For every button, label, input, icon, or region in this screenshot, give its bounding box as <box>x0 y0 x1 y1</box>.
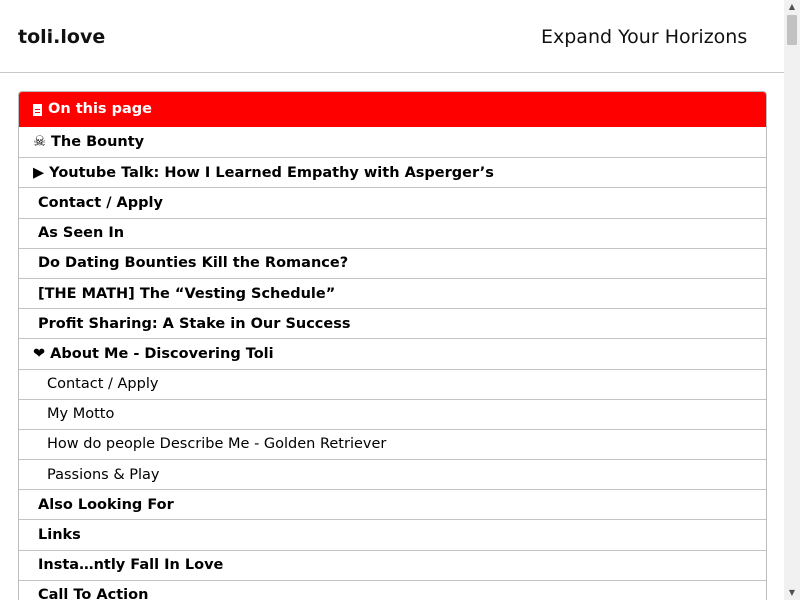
vertical-scrollbar[interactable]: ▲ ▼ <box>784 0 800 600</box>
toc-subitem[interactable]: Contact / Apply <box>19 368 766 399</box>
scroll-up-arrow-icon[interactable]: ▲ <box>784 0 800 14</box>
toc-item-label: The Bounty <box>51 134 145 151</box>
expand-horizons-link[interactable]: Expand Your Horizons <box>537 25 747 50</box>
toc-item[interactable]: Do Dating Bounties Kill the Romance? <box>19 247 766 278</box>
menu-link-label: Expand Your Horizons <box>541 26 748 48</box>
toc-item[interactable]: ❤ About Me - Discovering Toli <box>19 338 766 368</box>
toc-item-label: My Motto <box>47 406 115 423</box>
table-of-contents: On this page ☠ The Bounty ▶ Youtube Talk: H… <box>18 91 767 600</box>
toc-item[interactable]: Call To Action <box>19 579 766 600</box>
toc-title: On this page <box>48 101 152 117</box>
scroll-down-arrow-icon[interactable]: ▼ <box>784 586 800 600</box>
toc-item-label: How do people Describe Me - Golden Retri… <box>47 436 387 453</box>
toc-item-label: Passions & Play <box>47 466 160 483</box>
toc-item-icon: ▶ <box>33 164 45 181</box>
toc-item[interactable]: Contact / Apply <box>19 187 766 217</box>
toc-item-label: Do Dating Bounties Kill the Romance? <box>38 255 349 272</box>
site-logo[interactable]: toli.love <box>18 25 105 49</box>
document-icon <box>33 103 42 116</box>
toc-item-label: Links <box>38 527 81 544</box>
toc-subitem[interactable]: My Motto <box>19 398 766 429</box>
toc-header[interactable]: On this page <box>19 92 766 127</box>
toc-item[interactable]: Profit Sharing: A Stake in Our Success <box>19 308 766 338</box>
toc-subitem[interactable]: Passions & Play <box>19 459 766 489</box>
toc-item-label: Profit Sharing: A Stake in Our Success <box>38 315 351 332</box>
toc-item[interactable]: Also Looking For <box>19 489 766 519</box>
toc-item[interactable]: Links <box>19 519 766 549</box>
toc-item[interactable]: ☠ The Bounty <box>19 127 766 157</box>
toc-item[interactable]: [THE MATH] The “Vesting Schedule” <box>19 277 766 308</box>
toc-item-icon: ❤ <box>33 345 46 362</box>
toc-item-label: [THE MATH] The “Vesting Schedule” <box>38 285 336 302</box>
scrollbar-thumb[interactable] <box>787 15 797 45</box>
toc-list: ☠ The Bounty ▶ Youtube Talk: How I Learned … <box>19 127 766 600</box>
toc-item-label: Contact / Apply <box>38 194 163 211</box>
site-header: toli.love Expand Your Horizons <box>0 0 784 73</box>
toc-item-label: As Seen In <box>38 225 125 242</box>
toc-item-label: Also Looking For <box>38 496 174 513</box>
toc-item[interactable]: As Seen In <box>19 217 766 248</box>
toc-item-icon: ☠ <box>33 134 46 151</box>
toc-item-label: Youtube Talk: How I Learned Empathy with… <box>49 164 494 181</box>
toc-item-label: Insta…ntly Fall In Love <box>38 557 224 574</box>
toc-item-label: Call To Action <box>38 587 149 600</box>
toc-subitem[interactable]: How do people Describe Me - Golden Retri… <box>19 428 766 459</box>
toc-item[interactable]: ▶ Youtube Talk: How I Learned Empathy wit… <box>19 157 766 187</box>
toc-item-label: About Me - Discovering Toli <box>50 345 274 362</box>
toc-item-label: Contact / Apply <box>47 376 159 393</box>
header-icon[interactable] <box>488 25 502 47</box>
page-viewport: toli.love Expand Your Horizons On this p… <box>0 0 784 600</box>
toc-item[interactable]: Insta…ntly Fall In Love <box>19 549 766 580</box>
